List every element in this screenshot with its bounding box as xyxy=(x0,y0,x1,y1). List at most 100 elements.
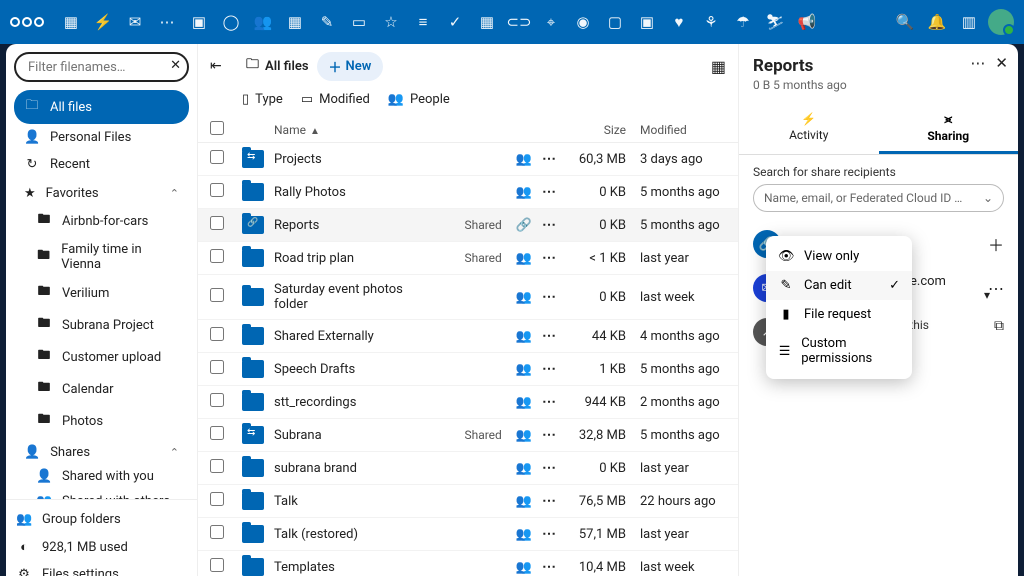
dashboard-icon[interactable]: ▦ xyxy=(58,13,84,31)
table-row[interactable]: Saturday event photos folder👥⋯0 KBlast w… xyxy=(198,275,738,320)
maps-icon[interactable]: ⌖ xyxy=(538,13,564,31)
table-row[interactable]: ReportsShared🔗⋯0 KB5 months ago xyxy=(198,209,738,242)
row-checkbox[interactable] xyxy=(210,249,224,263)
nav-group-folders[interactable]: 👥Group folders xyxy=(6,506,197,533)
app4-icon[interactable]: ☂ xyxy=(730,13,756,31)
mail-icon[interactable]: ✉ xyxy=(122,13,148,31)
perm-file-request[interactable]: ▮File request xyxy=(766,300,912,329)
row-menu-icon[interactable]: ⋯ xyxy=(542,394,556,410)
share-status-icon[interactable]: 👥 xyxy=(516,251,532,266)
row-menu-icon[interactable]: ⋯ xyxy=(542,493,556,509)
filter-type[interactable]: ▯Type xyxy=(242,92,283,107)
row-checkbox[interactable] xyxy=(210,216,224,230)
row-checkbox[interactable] xyxy=(210,459,224,473)
table-row[interactable]: subrana brand👥⋯0 KBlast year xyxy=(198,452,738,485)
row-checkbox[interactable] xyxy=(210,150,224,164)
sidebar-fav-item[interactable]: 🖿Subrana Project xyxy=(26,309,189,341)
table-row[interactable]: stt_recordings👥⋯944 KB2 months ago xyxy=(198,386,738,419)
perm-view-only[interactable]: 👁View only xyxy=(766,242,912,271)
table-row[interactable]: Talk (restored)👥⋯57,1 MBlast year xyxy=(198,518,738,551)
link-icon[interactable]: ⊂⊃ xyxy=(506,13,532,31)
filter-input[interactable] xyxy=(14,52,189,82)
row-menu-icon[interactable]: ⋯ xyxy=(542,559,556,575)
share-status-icon[interactable]: 👥 xyxy=(516,461,532,476)
star-icon[interactable]: ☆ xyxy=(378,13,404,31)
sidebar-fav-item[interactable]: 🖿Calendar xyxy=(26,373,189,405)
table-row[interactable]: Templates👥⋯10,4 MBlast week xyxy=(198,551,738,576)
share-status-icon[interactable]: 👥 xyxy=(516,395,532,410)
app5-icon[interactable]: ⛷ xyxy=(762,13,788,31)
bolt-icon[interactable]: ⚡ xyxy=(90,13,116,31)
more-icon[interactable]: ⋯ xyxy=(970,54,985,72)
sidebar-fav-item[interactable]: 🖿Family time in Vienna xyxy=(26,237,189,277)
filter-modified[interactable]: ▭Modified xyxy=(301,92,370,107)
nav-personal[interactable]: 👤Personal Files xyxy=(14,124,189,151)
share-status-icon[interactable]: 👥 xyxy=(516,494,532,509)
row-menu-icon[interactable]: ⋯ xyxy=(542,184,556,200)
contacts-menu-icon[interactable]: ▥ xyxy=(956,13,982,31)
toggle-sidebar-icon[interactable]: ⇤ xyxy=(210,58,238,74)
photos-icon[interactable]: ▣ xyxy=(186,13,212,31)
search-app-icon[interactable]: ◯ xyxy=(218,13,244,31)
share-status-icon[interactable]: 👥 xyxy=(516,290,532,305)
contacts-icon[interactable]: 👥 xyxy=(250,13,276,31)
sidebar-fav-item[interactable]: 🖿Airbnb-for-cars xyxy=(26,205,189,237)
table-row[interactable]: Talk👥⋯76,5 MB22 hours ago xyxy=(198,485,738,518)
row-checkbox[interactable] xyxy=(210,327,224,341)
sidebar-share-item[interactable]: 👥Shared with others xyxy=(26,489,189,499)
app2-icon[interactable]: ▣ xyxy=(634,13,660,31)
tasks-icon[interactable]: ≡ xyxy=(410,13,436,31)
row-checkbox[interactable] xyxy=(210,288,224,302)
row-checkbox[interactable] xyxy=(210,558,224,572)
row-menu-icon[interactable]: ⋯ xyxy=(542,460,556,476)
row-menu-icon[interactable]: ⋯ xyxy=(542,328,556,344)
col-size[interactable]: Size xyxy=(556,123,626,137)
table-row[interactable]: Speech Drafts👥⋯1 KB5 months ago xyxy=(198,353,738,386)
clear-filter-icon[interactable]: ✕ xyxy=(170,58,181,73)
add-share-link-button[interactable]: ＋ xyxy=(988,232,1004,256)
search-icon[interactable]: 🔍 xyxy=(892,13,918,31)
calendar-icon[interactable]: ▦ xyxy=(282,13,308,31)
row-menu-icon[interactable]: ⋯ xyxy=(542,361,556,377)
row-menu-icon[interactable]: ⋯ xyxy=(542,151,556,167)
notifications-icon[interactable]: 🔔 xyxy=(924,13,950,31)
tab-activity[interactable]: ⚡Activity xyxy=(739,104,879,154)
share-status-icon[interactable]: 👥 xyxy=(516,560,532,575)
filter-people[interactable]: 👥People xyxy=(388,92,450,107)
row-checkbox[interactable] xyxy=(210,426,224,440)
sidebar-share-item[interactable]: 👤Shared with you xyxy=(26,464,189,489)
sidebar-fav-item[interactable]: 🖿Customer upload xyxy=(26,341,189,373)
row-menu-icon[interactable]: ⋯ xyxy=(542,526,556,542)
nav-favorites[interactable]: ★Favorites⌃ xyxy=(14,178,189,205)
app3-icon[interactable]: ⚘ xyxy=(698,13,724,31)
nav-recent[interactable]: ↻Recent xyxy=(14,151,189,178)
health-icon[interactable]: ♥ xyxy=(666,13,692,31)
share-search-input[interactable]: Name, email, or Federated Cloud ID …⌄ xyxy=(753,184,1004,212)
new-button[interactable]: ＋New xyxy=(317,52,384,81)
share-status-icon[interactable]: 👥 xyxy=(516,185,532,200)
share-status-icon[interactable]: 👥 xyxy=(516,428,532,443)
check-icon[interactable]: ✓ xyxy=(442,13,468,31)
row-checkbox[interactable] xyxy=(210,393,224,407)
row-menu-icon[interactable]: ⋯ xyxy=(542,217,556,233)
close-icon[interactable]: ✕ xyxy=(995,54,1008,72)
app-logo[interactable] xyxy=(10,17,44,27)
collapse-icon[interactable]: ▾ xyxy=(984,288,990,302)
share-status-icon[interactable]: 🔗 xyxy=(516,218,532,233)
row-menu-icon[interactable]: ⋯ xyxy=(542,427,556,443)
row-checkbox[interactable] xyxy=(210,525,224,539)
row-menu-icon[interactable]: ⋯ xyxy=(542,289,556,305)
col-name[interactable]: Name▲ xyxy=(274,123,416,137)
select-all-checkbox[interactable] xyxy=(210,121,224,135)
table-row[interactable]: SubranaShared👥⋯32,8 MB5 months ago xyxy=(198,419,738,452)
perm-can-edit[interactable]: ✎Can edit✓ xyxy=(766,271,912,300)
announce-icon[interactable]: 📢 xyxy=(794,13,820,31)
deck-icon[interactable]: ▭ xyxy=(346,13,372,31)
nav-settings[interactable]: ⚙Files settings xyxy=(6,561,197,576)
sidebar-fav-item[interactable]: 🖿Verilium xyxy=(26,277,189,309)
nav-shares[interactable]: 👤Shares⌃ xyxy=(14,437,189,464)
col-modified[interactable]: Modified xyxy=(626,123,726,137)
copy-icon[interactable]: ⧉ xyxy=(994,318,1004,334)
user-avatar[interactable] xyxy=(988,9,1014,35)
sidebar-fav-item[interactable]: 🖿Photos xyxy=(26,405,189,437)
